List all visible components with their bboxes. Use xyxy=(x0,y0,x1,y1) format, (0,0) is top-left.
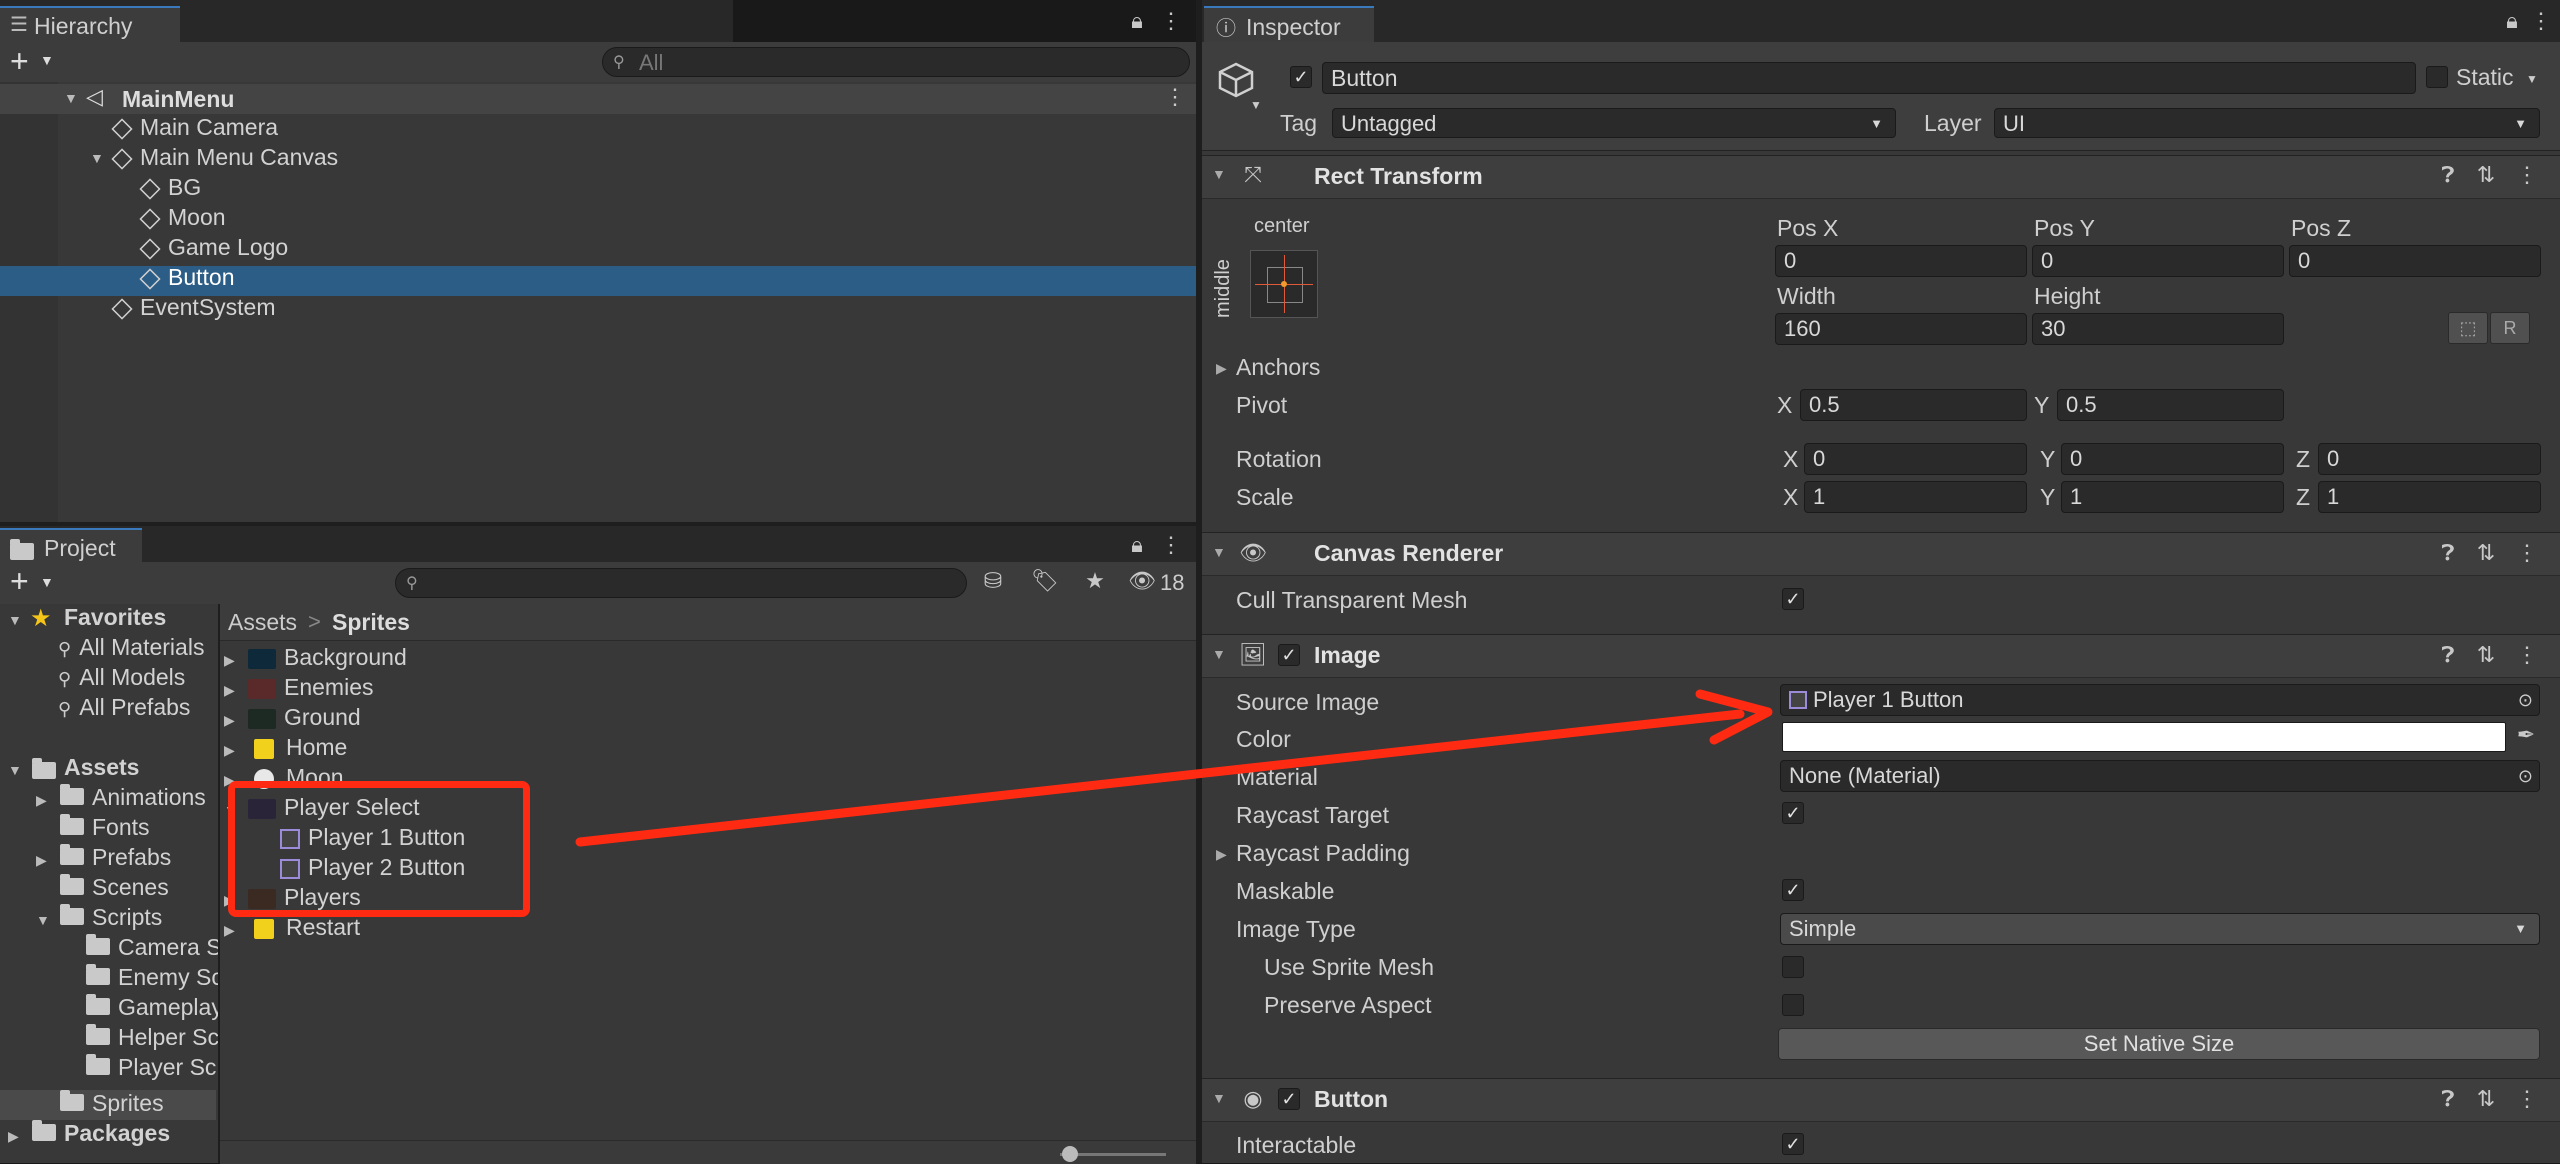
annotation-arrow-shaft xyxy=(575,709,1745,847)
annotation-arrow xyxy=(575,689,1773,847)
